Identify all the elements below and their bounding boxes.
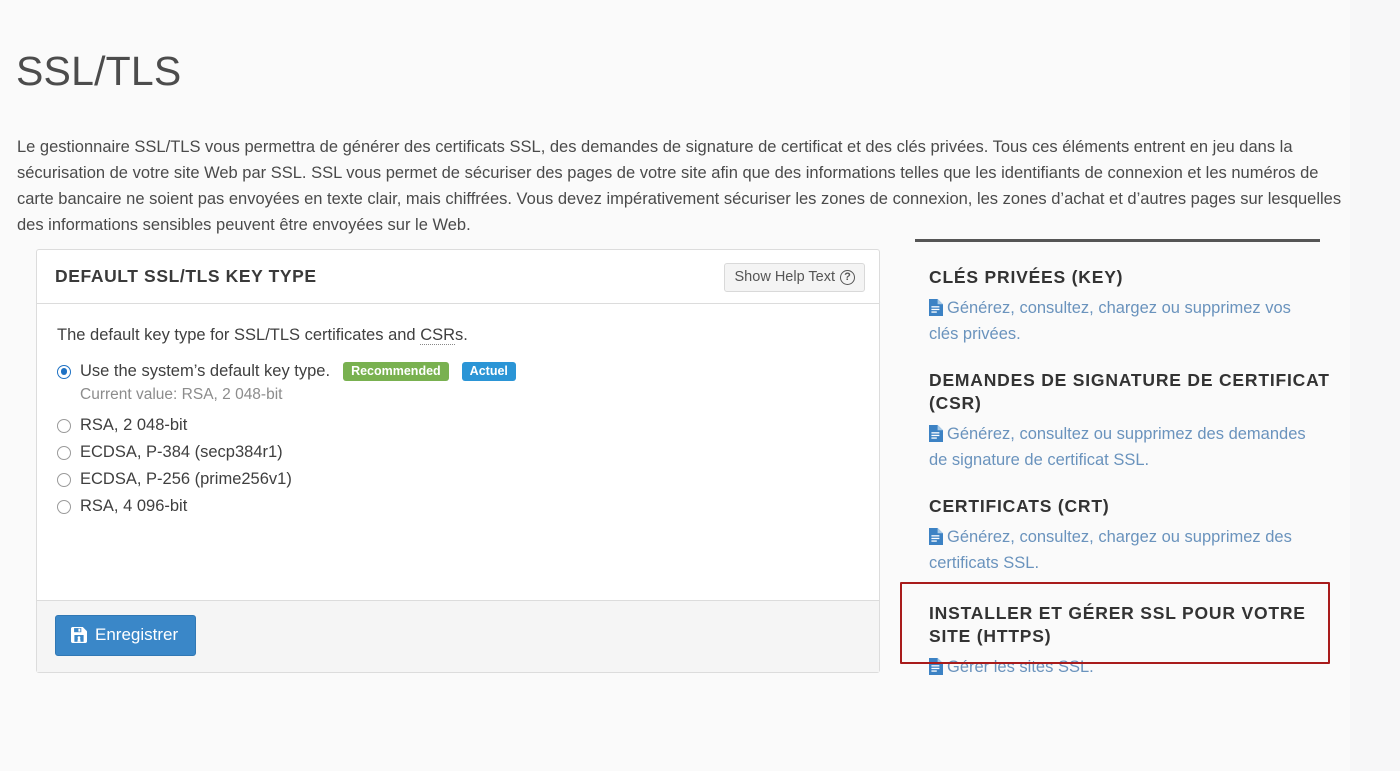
document-icon — [929, 424, 943, 442]
document-icon — [929, 527, 943, 545]
description-suffix: s. — [455, 326, 468, 344]
sidebar-link-label-csr: Générez, consultez ou supprimez des dema… — [929, 425, 1306, 469]
radio-label-system-default: Use the system’s default key type. — [80, 362, 331, 380]
sidebar-heading-certificates: CERTIFICATS (CRT) — [929, 496, 1110, 516]
radio-label-ecdsa-p256: ECDSA, P-256 (prime256v1) — [80, 470, 292, 488]
radio-option-ecdsa-p384[interactable]: ECDSA, P-384 (secp384r1) — [57, 440, 859, 465]
description-prefix: The default key type for SSL/TLS certifi… — [57, 326, 421, 344]
ssl-tls-page: SSL/TLS Le gestionnaire SSL/TLS vous per… — [0, 0, 1400, 771]
csr-abbreviation: CSR — [420, 326, 456, 345]
card-body: The default key type for SSL/TLS certifi… — [37, 304, 879, 600]
sidebar-link-manage-ssl-sites[interactable]: Gérer les sites SSL. — [929, 654, 1319, 680]
badge-actual: Actuel — [461, 361, 516, 382]
radio-label-rsa-2048: RSA, 2 048-bit — [80, 416, 188, 434]
sidebar-link-label-private-keys: Générez, consultez, chargez ou supprimez… — [929, 299, 1291, 343]
save-button[interactable]: Enregistrer — [55, 615, 197, 656]
save-button-label: Enregistrer — [95, 625, 179, 644]
radio-indicator-rsa-2048[interactable] — [57, 418, 71, 433]
key-type-radio-group: Use the system’s default key type. Recom… — [57, 359, 859, 519]
sidebar-link-csr[interactable]: Générez, consultez ou supprimez des dema… — [929, 421, 1319, 473]
radio-indicator-rsa-4096[interactable] — [57, 499, 71, 514]
radio-label-ecdsa-p384: ECDSA, P-384 (secp384r1) — [80, 443, 283, 461]
sidebar-heading-install-manage-ssl: INSTALLER ET GÉRER SSL POUR VOTRE SITE (… — [929, 603, 1306, 646]
radio-option-ecdsa-p256[interactable]: ECDSA, P-256 (prime256v1) — [57, 467, 859, 492]
sidebar-link-private-keys[interactable]: Générez, consultez, chargez ou supprimez… — [929, 295, 1319, 347]
save-floppy-icon — [71, 627, 87, 643]
content-area: SSL/TLS Le gestionnaire SSL/TLS vous per… — [0, 0, 1350, 771]
sidebar-link-certificates[interactable]: Générez, consultez, chargez ou supprimez… — [929, 524, 1319, 576]
sidebar-link-label-certificates: Générez, consultez, chargez ou supprimez… — [929, 528, 1292, 572]
badge-recommended: Recommended — [343, 361, 449, 382]
radio-option-system-default[interactable]: Use the system’s default key type. Recom… — [57, 359, 859, 384]
default-key-type-card: DEFAULT SSL/TLS KEY TYPE Show Help Text … — [36, 249, 880, 673]
question-circle-icon: ? — [840, 269, 855, 285]
radio-option-rsa-2048[interactable]: RSA, 2 048-bit — [57, 413, 859, 438]
show-help-text-button[interactable]: Show Help Text ? — [723, 263, 865, 292]
sidebar-divider — [915, 239, 1320, 242]
show-help-text-label: Show Help Text — [734, 269, 835, 285]
sidebar-heading-csr: DEMANDES DE SIGNATURE DE CERTIFICAT (CSR… — [929, 370, 1330, 413]
current-value-note: Current value: RSA, 2 048-bit — [80, 386, 283, 403]
sidebar-heading-private-keys: CLÉS PRIVÉES (KEY) — [929, 267, 1124, 287]
ssl-resources-sidebar: CLÉS PRIVÉES (KEY) Générez, consultez, c… — [915, 239, 1335, 702]
document-icon — [929, 298, 943, 316]
page-right-gutter — [1350, 0, 1400, 771]
radio-option-rsa-4096[interactable]: RSA, 4 096-bit — [57, 494, 859, 519]
page-title: SSL/TLS — [16, 48, 182, 95]
sidebar-link-label-manage-ssl-sites: Gérer les sites SSL. — [947, 658, 1094, 676]
key-type-description: The default key type for SSL/TLS certifi… — [57, 326, 859, 345]
page-intro-paragraph: Le gestionnaire SSL/TLS vous permettra d… — [17, 137, 1342, 234]
radio-indicator-system-default[interactable] — [57, 364, 71, 379]
radio-label-rsa-4096: RSA, 4 096-bit — [80, 497, 188, 515]
radio-indicator-ecdsa-p256[interactable] — [57, 472, 71, 487]
radio-indicator-ecdsa-p384[interactable] — [57, 445, 71, 460]
document-icon — [929, 657, 943, 675]
card-footer: Enregistrer — [37, 600, 879, 672]
card-header: DEFAULT SSL/TLS KEY TYPE Show Help Text … — [37, 250, 879, 304]
card-title: DEFAULT SSL/TLS KEY TYPE — [55, 266, 317, 286]
